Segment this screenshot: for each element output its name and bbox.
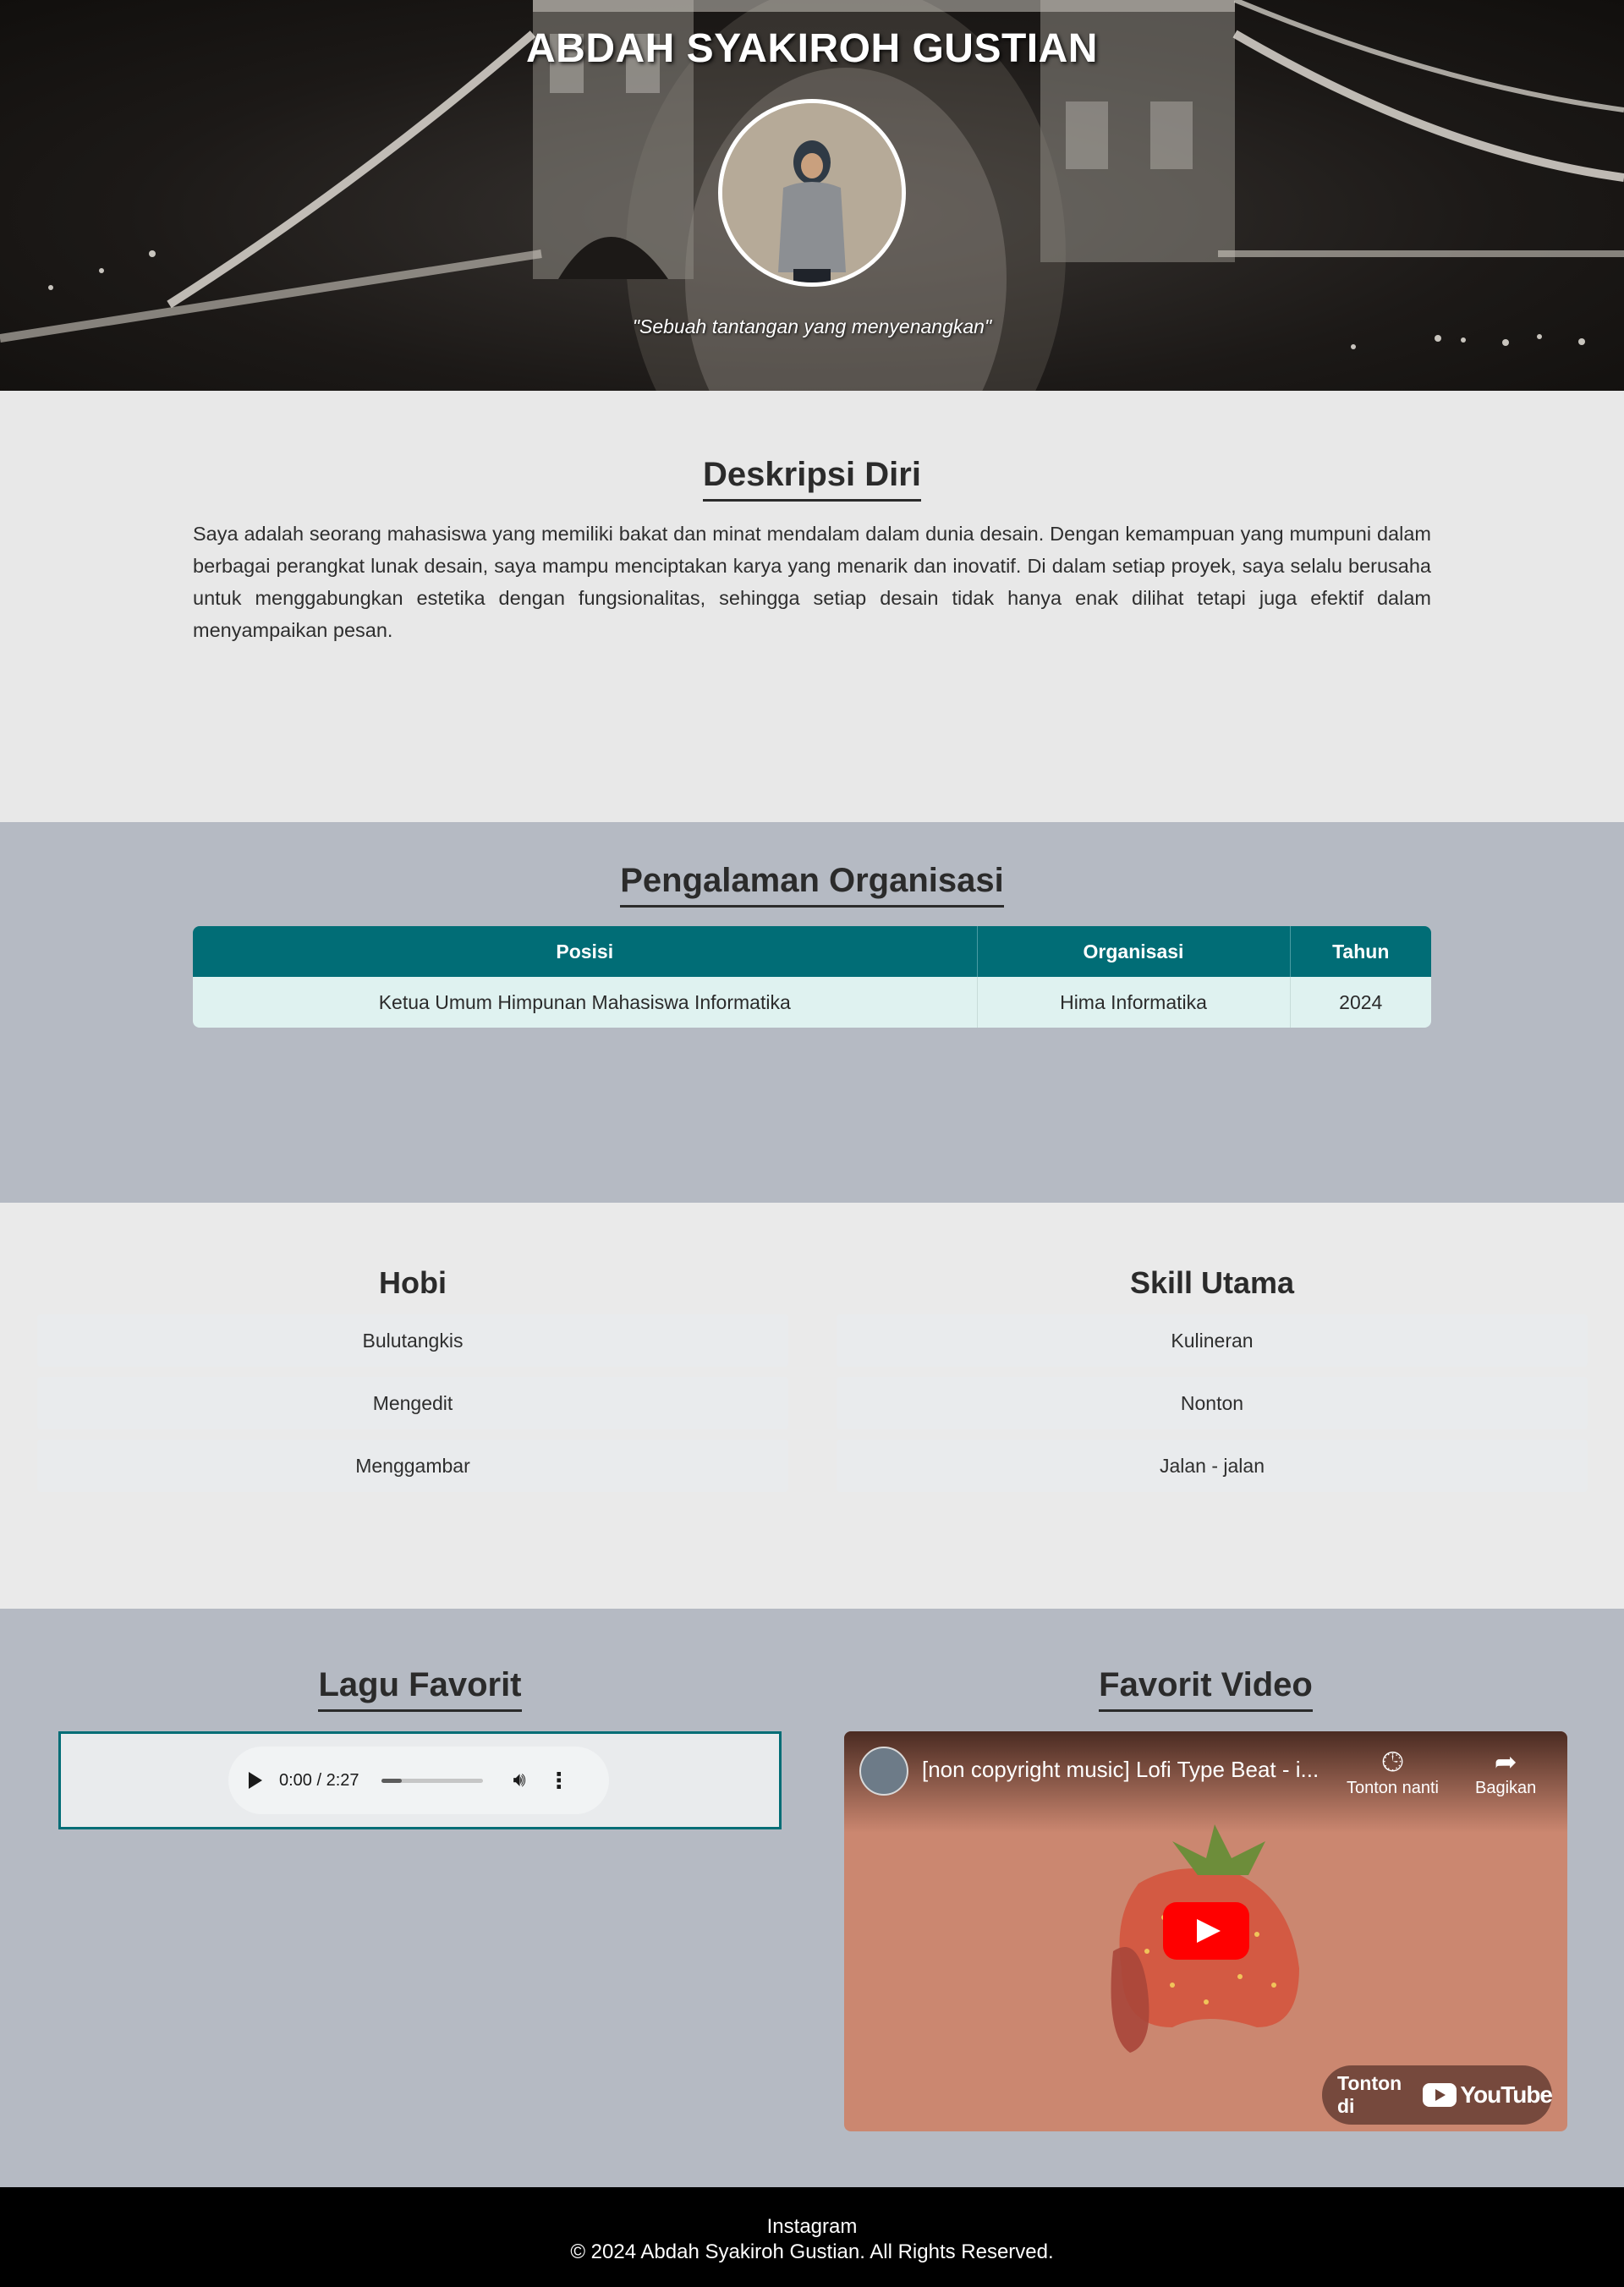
- share-icon: ➦: [1494, 1747, 1517, 1777]
- watch-later-button[interactable]: 🕒︎ Tonton nanti: [1347, 1745, 1439, 1798]
- share-label: Bagikan: [1475, 1779, 1537, 1797]
- site-footer: Instagram © 2024 Abdah Syakiroh Gustian.…: [0, 2187, 1624, 2287]
- skill-item: Jalan - jalan: [837, 1440, 1588, 1492]
- hobbies-column: Hobi Bulutangkis Mengedit Menggambar: [37, 1265, 788, 1502]
- column-header-year: Tahun: [1290, 926, 1431, 977]
- audio-time: 0:00 / 2:27: [279, 1770, 359, 1790]
- skills-column: Skill Utama Kulineran Nonton Jalan - jal…: [837, 1265, 1588, 1502]
- description-text: Saya adalah seorang mahasiswa yang memil…: [193, 523, 1431, 641]
- hobby-item: Bulutangkis: [37, 1314, 788, 1367]
- volume-icon[interactable]: 🔊︎: [513, 1769, 526, 1792]
- hero-header: ABDAH SYAKIROH GUSTIAN "Sebuah tantangan…: [0, 0, 1624, 391]
- watch-on-youtube-button[interactable]: Tonton di YouTube: [1322, 2065, 1553, 2125]
- media-section: Lagu Favorit 0:00 / 2:27 🔊︎ ⋮ Favorit Vi…: [0, 1609, 1624, 2187]
- site-title: ABDAH SYAKIROH GUSTIAN: [526, 26, 1098, 71]
- hobby-item: Mengedit: [37, 1377, 788, 1429]
- profile-photo: [718, 99, 906, 287]
- video-play-button[interactable]: [1163, 1902, 1249, 1960]
- audio-progress-fill: [381, 1778, 402, 1783]
- copyright-text: © 2024 Abdah Syakiroh Gustian. All Right…: [570, 2240, 1054, 2263]
- clock-icon: 🕒︎: [1381, 1747, 1404, 1777]
- hobbies-skills-section: Hobi Bulutangkis Mengedit Menggambar Ski…: [0, 1203, 1624, 1609]
- description-title: Deskripsi Diri: [703, 456, 921, 502]
- cell-position: Ketua Umum Himpunan Mahasiswa Informatik…: [193, 977, 978, 1028]
- column-header-organization: Organisasi: [977, 926, 1291, 977]
- skill-item: Kulineran: [837, 1314, 1588, 1367]
- column-header-position: Posisi: [193, 926, 978, 977]
- play-icon[interactable]: [249, 1772, 262, 1789]
- share-button[interactable]: ➦ Bagikan: [1475, 1745, 1536, 1798]
- skill-item: Nonton: [837, 1377, 1588, 1429]
- organization-section: Pengalaman Organisasi Posisi Organisasi …: [0, 822, 1624, 1203]
- audio-player[interactable]: 0:00 / 2:27 🔊︎ ⋮: [228, 1747, 609, 1814]
- description-section: Deskripsi Diri Saya adalah seorang mahas…: [0, 391, 1624, 822]
- hobby-item: Menggambar: [37, 1440, 788, 1492]
- watch-later-label: Tonton nanti: [1347, 1779, 1439, 1797]
- channel-avatar[interactable]: [859, 1747, 908, 1796]
- music-title: Lagu Favorit: [318, 1666, 522, 1712]
- more-options-icon[interactable]: ⋮: [548, 1769, 570, 1791]
- skills-title: Skill Utama: [1129, 1265, 1295, 1300]
- audio-progress-bar[interactable]: [381, 1778, 483, 1783]
- cell-year: 2024: [1290, 977, 1431, 1028]
- youtube-logo-icon: YouTube: [1423, 2081, 1553, 2109]
- audio-container: 0:00 / 2:27 🔊︎ ⋮: [58, 1731, 782, 1829]
- organization-table: Posisi Organisasi Tahun Ketua Umum Himpu…: [193, 926, 1431, 1028]
- cell-organization: Hima Informatika: [977, 977, 1291, 1028]
- tagline-quote: "Sebuah tantangan yang menyenangkan": [632, 315, 992, 337]
- watch-on-label: Tonton di: [1337, 2072, 1402, 2117]
- table-row: Ketua Umum Himpunan Mahasiswa Informatik…: [193, 977, 1431, 1028]
- video-section-title: Favorit Video: [1099, 1666, 1313, 1712]
- video-title[interactable]: [non copyright music] Lofi Type Beat - i…: [922, 1757, 1336, 1783]
- instagram-link[interactable]: Instagram: [0, 2214, 1624, 2240]
- youtube-embed[interactable]: [non copyright music] Lofi Type Beat - i…: [844, 1731, 1567, 2131]
- organization-title: Pengalaman Organisasi: [620, 862, 1004, 908]
- hobbies-title: Hobi: [379, 1265, 447, 1300]
- table-header-row: Posisi Organisasi Tahun: [193, 926, 1431, 977]
